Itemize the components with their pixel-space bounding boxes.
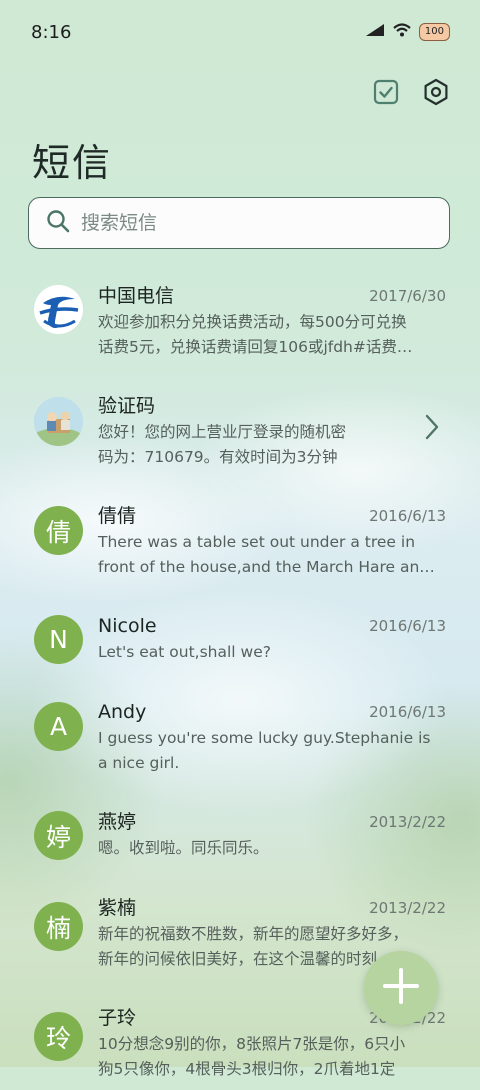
preview-line: front of the house,and the March Hare an… (98, 558, 435, 576)
status-bar: 8:16 100 (0, 0, 480, 68)
message-date: 2016/6/13 (369, 703, 446, 721)
search-bar[interactable] (28, 197, 450, 249)
message-row[interactable]: 验证码 您好！您的网上营业厅登录的随机密 码为：710679。有效时间为3分钟 (0, 378, 480, 488)
wifi-icon (393, 22, 411, 41)
preview-line: 欢迎参加积分兑换话费活动，每500分可兑换 (98, 313, 407, 331)
contact-avatar: 婷 (34, 811, 83, 860)
preview-line: 嗯。收到啦。同乐同乐。 (98, 839, 269, 857)
message-date: 2016/6/13 (369, 507, 446, 525)
preview-line: 狗5只像你，4根骨头3根归你，2爪着地1定 (98, 1060, 396, 1078)
preview-line: 10分想念9别的你，8张照片7张是你，6只小 (98, 1035, 406, 1053)
message-preview: 嗯。收到啦。同乐同乐。 (98, 836, 446, 861)
telecom-logo-avatar (34, 285, 83, 334)
message-row[interactable]: N Nicole 2016/6/13 Let's eat out,shall w… (0, 598, 480, 684)
message-preview: 您好！您的网上营业厅登录的随机密 码为：710679。有效时间为3分钟 (98, 420, 446, 470)
preview-line: 话费5元，兑换话费请回复106或jfdh#话费… (98, 338, 413, 356)
message-row[interactable]: A Andy 2016/6/13 I guess you're some luc… (0, 684, 480, 794)
contact-avatar: 楠 (34, 902, 83, 951)
preview-line: Let's eat out,shall we? (98, 643, 271, 661)
settings-button[interactable] (420, 78, 452, 110)
contact-avatar: 倩 (34, 506, 83, 555)
status-time: 8:16 (31, 22, 72, 43)
message-row[interactable]: 婷 燕婷 2013/2/22 嗯。收到啦。同乐同乐。 (0, 794, 480, 880)
message-preview: 欢迎参加积分兑换话费活动，每500分可兑换 话费5元，兑换话费请回复106或jf… (98, 310, 446, 360)
preview-line: 新年的祝福数不胜数，新年的愿望好多好多， (98, 925, 409, 943)
search-icon (45, 208, 71, 238)
new-message-button[interactable] (364, 951, 438, 1025)
contact-name: 验证码 (98, 395, 156, 417)
picture-avatar (34, 397, 83, 446)
message-date: 2013/2/22 (369, 813, 446, 831)
message-preview: There was a table set out under a tree i… (98, 530, 446, 580)
message-date: 2016/6/13 (369, 617, 446, 635)
message-row[interactable]: 中国电信 2017/6/30 欢迎参加积分兑换话费活动，每500分可兑换 话费5… (0, 268, 480, 378)
message-date: 2013/2/22 (369, 899, 446, 917)
preview-line: a nice girl. (98, 754, 180, 772)
preview-line: There was a table set out under a tree i… (98, 533, 416, 551)
message-preview: Let's eat out,shall we? (98, 640, 446, 665)
select-messages-button[interactable] (370, 78, 402, 110)
gear-icon (422, 78, 450, 110)
page-title: 短信 (32, 141, 113, 185)
search-input[interactable] (79, 211, 423, 235)
status-icons: 100 (365, 22, 450, 41)
top-actions (370, 78, 452, 110)
chevron-right-icon[interactable] (424, 414, 440, 444)
contact-avatar: A (34, 702, 83, 751)
plus-icon (382, 967, 420, 1009)
message-row[interactable]: 倩 倩倩 2016/6/13 There was a table set out… (0, 488, 480, 598)
preview-line: I guess you're some lucky guy.Stephanie … (98, 729, 431, 747)
contact-avatar: N (34, 615, 83, 664)
message-preview: 10分想念9别的你，8张照片7张是你，6只小 狗5只像你，4根骨头3根归你，2爪… (98, 1032, 446, 1082)
contact-avatar: 玲 (34, 1012, 83, 1061)
checkbox-icon (373, 79, 399, 109)
battery-indicator: 100 (418, 22, 450, 41)
signal-icon (365, 22, 385, 41)
message-preview: I guess you're some lucky guy.Stephanie … (98, 726, 446, 776)
message-date: 2017/6/30 (369, 287, 446, 305)
preview-line: 您好！您的网上营业厅登录的随机密 (98, 423, 347, 441)
preview-line: 码为：710679。有效时间为3分钟 (98, 448, 338, 466)
